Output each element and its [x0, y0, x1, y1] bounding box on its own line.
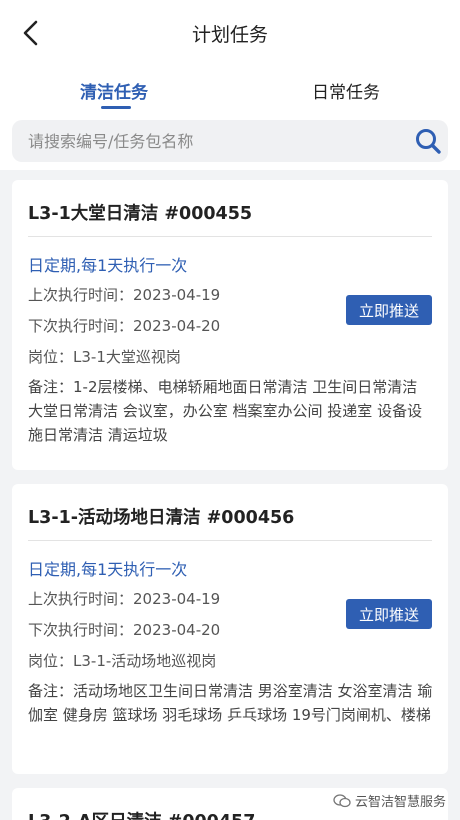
- last-exec-value: 2023-04-19: [133, 286, 221, 304]
- watermark: 云智洁智慧服务: [333, 791, 446, 810]
- note-value: 1-2层楼梯、电梯轿厢地面日常清洁 卫生间日常清洁 大堂日常清洁 会议室，办公室…: [28, 378, 423, 444]
- next-exec-row: 下次执行时间：2023-04-20: [28, 619, 220, 640]
- next-exec-label: 下次执行时间：: [28, 317, 134, 335]
- last-exec-label: 上次执行时间：: [28, 590, 134, 608]
- divider: [28, 236, 432, 237]
- search-icon[interactable]: [408, 120, 448, 162]
- note-label: 备注：: [28, 682, 74, 700]
- tab-daily-tasks[interactable]: 日常任务: [312, 78, 380, 103]
- active-tab-indicator: [101, 106, 131, 109]
- next-exec-value: 2023-04-20: [133, 621, 221, 639]
- post-value: L3-1大堂巡视岗: [73, 348, 181, 366]
- search-input[interactable]: [12, 120, 408, 162]
- push-now-button[interactable]: 立即推送: [346, 295, 432, 325]
- next-exec-label: 下次执行时间：: [28, 621, 134, 639]
- push-now-button[interactable]: 立即推送: [346, 599, 432, 629]
- post-row: 岗位：L3-1-活动场地巡视岗: [28, 650, 216, 671]
- task-frequency: 日定期,每1天执行一次: [28, 560, 188, 579]
- watermark-text: 云智洁智慧服务: [354, 795, 446, 810]
- note-label: 备注：: [28, 378, 74, 396]
- post-label: 岗位：: [28, 652, 74, 670]
- next-exec-value: 2023-04-20: [133, 317, 221, 335]
- page-title: 计划任务: [191, 24, 268, 46]
- note-value: 活动场地区卫生间日常清洁 男浴室清洁 女浴室清洁 瑜伽室 健身房 篮球场 羽毛球…: [28, 682, 433, 724]
- tab-cleaning-tasks[interactable]: 清洁任务: [80, 78, 148, 103]
- last-exec-row: 上次执行时间：2023-04-19: [28, 588, 220, 609]
- tab-bar: 清洁任务 日常任务: [0, 66, 460, 116]
- search-area: [0, 116, 460, 170]
- task-frequency: 日定期,每1天执行一次: [28, 256, 188, 275]
- task-title: L3-1-活动场地日清洁 #000456: [28, 508, 295, 528]
- task-title: L3-2-A区日清洁 #000457: [28, 808, 255, 820]
- post-value: L3-1-活动场地巡视岗: [73, 652, 217, 670]
- note-row: 备注：活动场地区卫生间日常清洁 男浴室清洁 女浴室清洁 瑜伽室 健身房 篮球场 …: [28, 679, 436, 727]
- task-title: L3-1大堂日清洁 #000455: [28, 204, 253, 224]
- post-row: 岗位：L3-1大堂巡视岗: [28, 346, 181, 367]
- top-bar: 计划任务: [0, 0, 460, 66]
- note-row: 备注：1-2层楼梯、电梯轿厢地面日常清洁 卫生间日常清洁 大堂日常清洁 会议室，…: [28, 375, 436, 447]
- task-card[interactable]: L3-1大堂日清洁 #000455 日定期,每1天执行一次 上次执行时间：202…: [12, 180, 448, 470]
- next-exec-row: 下次执行时间：2023-04-20: [28, 315, 220, 336]
- post-label: 岗位：: [28, 348, 74, 366]
- wechat-logo-icon: [333, 793, 351, 807]
- last-exec-value: 2023-04-19: [133, 590, 221, 608]
- search-bar: [12, 120, 448, 162]
- last-exec-label: 上次执行时间：: [28, 286, 134, 304]
- last-exec-row: 上次执行时间：2023-04-19: [28, 284, 220, 305]
- task-card[interactable]: L3-1-活动场地日清洁 #000456 日定期,每1天执行一次 上次执行时间：…: [12, 484, 448, 774]
- divider: [28, 540, 432, 541]
